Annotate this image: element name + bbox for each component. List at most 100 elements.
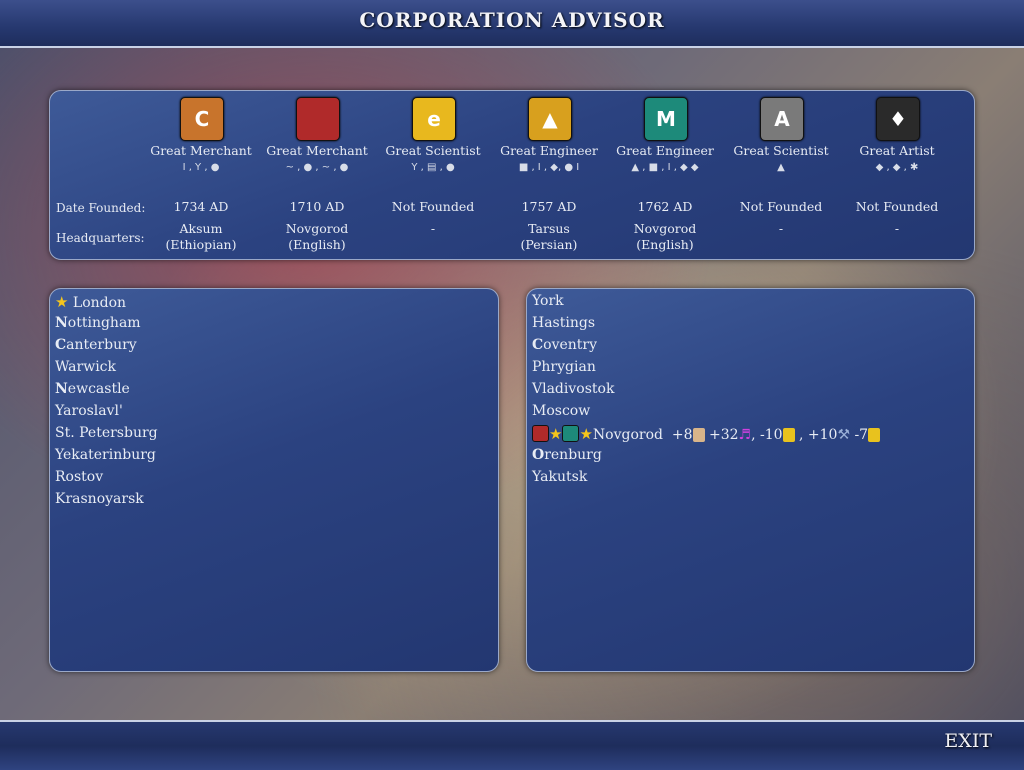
- hammer-icon: ⚒: [837, 427, 850, 443]
- headquarters: Tarsus (Persian): [491, 221, 607, 253]
- city-name: oventry: [543, 337, 598, 353]
- corporation-column[interactable]: ♦ Great Artist ◆ , ◆ , ✱ Not Founded -: [839, 91, 955, 259]
- founded-date: 1710 AD: [289, 199, 345, 214]
- city-row[interactable]: Rostov: [55, 469, 103, 485]
- capital-star-icon: ★: [55, 293, 69, 311]
- cereal-mills-icon[interactable]: C: [180, 97, 224, 141]
- corporation-column[interactable]: e Great Scientist Y , ▤ , ● Not Founded …: [375, 91, 491, 259]
- city-row[interactable]: Newcastle: [55, 381, 130, 397]
- city-row[interactable]: Coventry: [532, 337, 597, 353]
- logo-letter: ▲: [542, 107, 558, 131]
- corporation-column[interactable]: C Great Merchant I , Y , ● 1734 AD Aksum…: [143, 91, 259, 259]
- creative-constructions-icon[interactable]: ▲: [528, 97, 572, 141]
- city-name: Krasnoyarsk: [55, 491, 144, 507]
- right-city-list: York Hastings Coventry Phrygian Vladivostok M…: [526, 288, 975, 672]
- city-row[interactable]: ★ ★Novgorod +8 +32♬, -10 , +10⚒ -7: [532, 425, 881, 443]
- headquarters: Novgorod (English): [259, 221, 375, 253]
- headquarters: Aksum (Ethiopian): [143, 221, 259, 253]
- city-row[interactable]: Orenburg: [532, 447, 602, 463]
- logo-letter: e: [427, 107, 441, 131]
- gold-yield-a: , -10: [751, 427, 783, 443]
- gold-yield-b: -7: [854, 427, 869, 443]
- left-city-list: ★ London Nottingham Canterbury Warwick Newca…: [49, 288, 499, 672]
- city-name: Phrygian: [532, 359, 596, 375]
- resource-list: ▲: [777, 162, 785, 173]
- hammer-yield: , +10: [798, 427, 838, 443]
- city-row[interactable]: ★ London: [55, 293, 126, 311]
- enterprise-icon[interactable]: e: [412, 97, 456, 141]
- hq-star-icon: ★: [579, 425, 593, 443]
- founded-date: Not Founded: [739, 199, 823, 214]
- city-name: St. Petersburg: [55, 425, 158, 441]
- hq-city: Novgorod: [633, 221, 697, 236]
- sushi-co-icon[interactable]: [296, 97, 340, 141]
- city-name: Novgorod: [592, 427, 663, 443]
- headquarters-label: Headquarters:: [56, 231, 145, 245]
- logo-letter: A: [774, 107, 790, 131]
- logo-letter: M: [656, 107, 676, 131]
- corporation-column[interactable]: A Great Scientist ▲ Not Founded -: [723, 91, 839, 259]
- resource-list: I , Y , ●: [182, 162, 220, 173]
- hq-city: -: [894, 221, 900, 236]
- city-row[interactable]: Nottingham: [55, 315, 141, 331]
- city-name: London: [72, 295, 127, 311]
- resource-list: ■ , I , ◆, ● I: [518, 162, 580, 173]
- city-row[interactable]: Yekaterinburg: [55, 447, 156, 463]
- founded-date: 1762 AD: [637, 199, 693, 214]
- mining-inc-icon[interactable]: M: [644, 97, 688, 141]
- logo-letter: C: [194, 107, 210, 131]
- founded-date: 1757 AD: [521, 199, 577, 214]
- culture-yield: +32: [708, 427, 739, 443]
- corporation-column[interactable]: ▲ Great Engineer ■ , I , ◆, ● I 1757 AD …: [491, 91, 607, 259]
- founded-date: Not Founded: [855, 199, 939, 214]
- corporation-column[interactable]: M Great Engineer ▲ , ■ , I , ◆ ◆ 1762 AD…: [607, 91, 723, 259]
- founder-type: Great Artist: [859, 143, 935, 158]
- hq-city: -: [430, 221, 436, 236]
- founder-type: Great Engineer: [616, 143, 714, 158]
- city-initial: O: [532, 447, 545, 463]
- city-initial: N: [55, 315, 68, 331]
- city-name: anterbury: [66, 337, 137, 353]
- hq-city: Aksum: [179, 221, 223, 236]
- city-name: ewcastle: [67, 381, 130, 397]
- corporation-column[interactable]: Great Merchant ~ , ● , ~ , ● 1710 AD Nov…: [259, 91, 375, 259]
- founded-date: Not Founded: [391, 199, 475, 214]
- headquarters: -: [723, 221, 839, 237]
- exit-button[interactable]: EXIT: [944, 730, 992, 752]
- city-row[interactable]: Krasnoyarsk: [55, 491, 144, 507]
- hq-civilization: (English): [288, 237, 346, 252]
- hq-civilization: (Persian): [520, 237, 578, 252]
- city-row[interactable]: Yakutsk: [532, 469, 587, 485]
- culture-icon: ♬: [738, 427, 752, 443]
- city-row[interactable]: Yaroslavl': [55, 403, 123, 419]
- resource-list: ▲ , ■ , I , ◆ ◆: [631, 162, 699, 173]
- city-row[interactable]: Hastings: [532, 315, 595, 331]
- city-row[interactable]: Moscow: [532, 403, 590, 419]
- city-initial: C: [532, 337, 544, 353]
- city-name: Yaroslavl': [55, 403, 123, 419]
- research-icon: [692, 428, 705, 442]
- city-row[interactable]: Vladivostok: [532, 381, 614, 397]
- resource-list: Y , ▤ , ●: [411, 162, 455, 173]
- founder-type: Great Merchant: [266, 143, 368, 158]
- city-row[interactable]: Canterbury: [55, 337, 137, 353]
- city-row[interactable]: Phrygian: [532, 359, 596, 375]
- city-name: Warwick: [55, 359, 116, 375]
- city-name: renburg: [544, 447, 602, 463]
- founded-date: 1734 AD: [173, 199, 229, 214]
- page-title: CORPORATION ADVISOR: [359, 8, 665, 32]
- aluminum-co-icon[interactable]: A: [760, 97, 804, 141]
- founder-type: Great Scientist: [733, 143, 829, 158]
- city-row[interactable]: York: [532, 293, 564, 309]
- city-name: ottingham: [67, 315, 141, 331]
- gold-icon: [868, 428, 881, 442]
- headquarters: Novgorod (English): [607, 221, 723, 253]
- founder-type: Great Engineer: [500, 143, 598, 158]
- city-row[interactable]: Warwick: [55, 359, 116, 375]
- city-row[interactable]: St. Petersburg: [55, 425, 158, 441]
- headquarters: -: [839, 221, 955, 237]
- hq-city: -: [778, 221, 784, 236]
- civilized-jewelers-icon[interactable]: ♦: [876, 97, 920, 141]
- gold-icon: [782, 428, 795, 442]
- sushi-hq-icon: [532, 425, 549, 442]
